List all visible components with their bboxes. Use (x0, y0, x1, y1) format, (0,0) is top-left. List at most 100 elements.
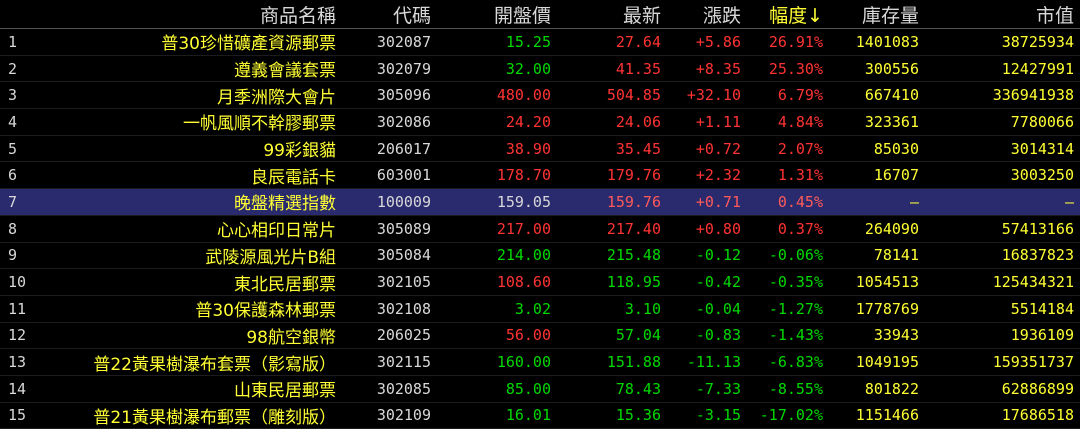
row-market-cap: — (1064, 192, 1074, 211)
row-stock: 323361 (864, 112, 919, 131)
row-code: 305096 (376, 86, 431, 105)
row-change: +2.32 (695, 166, 741, 185)
row-name: 武陵源風光片B組 (205, 247, 336, 268)
row-name: 98航空銀幣 (246, 327, 336, 348)
row-change: -0.12 (695, 246, 741, 265)
row-percent: 6.79% (777, 86, 823, 105)
row-change: +8.35 (695, 59, 741, 78)
row-percent: 25.30% (768, 59, 823, 78)
row-open: 24.20 (505, 112, 551, 131)
row-stock: 1778769 (855, 299, 919, 318)
row-index: 2 (8, 59, 18, 78)
row-stock: 667410 (864, 86, 919, 105)
row-open: 85.00 (505, 379, 551, 398)
row-change: +0.80 (695, 219, 741, 238)
row-open: 15.25 (505, 32, 551, 51)
row-name: 普21黃果樹瀑布郵票（雕刻版） (93, 407, 336, 428)
row-index: 1 (8, 32, 18, 51)
row-percent: 1.31% (777, 166, 823, 185)
row-index: 5 (8, 139, 18, 158)
row-market-cap: 3003250 (1010, 166, 1074, 185)
row-index: 7 (8, 192, 18, 211)
header-market-cap[interactable]: 市值 (925, 1, 1080, 28)
row-latest: 118.95 (606, 273, 661, 292)
row-change: -0.83 (695, 326, 741, 345)
row-stock: 78141 (873, 246, 919, 265)
row-latest: 27.64 (615, 32, 661, 51)
row-code: 305084 (376, 246, 431, 265)
row-percent: 0.45% (777, 192, 823, 211)
row-market-cap: 1936109 (1010, 326, 1074, 345)
table-row[interactable]: 15 普21黃果樹瀑布郵票（雕刻版） 302109 16.01 15.36 -3.15 -1… (0, 403, 1080, 429)
row-index: 11 (8, 299, 27, 318)
row-percent: -6.83% (768, 353, 823, 372)
row-change: -3.15 (695, 406, 741, 425)
row-name: 月季洲際大會片 (217, 87, 336, 108)
table-row[interactable]: 5 99彩銀貓 206017 38.90 35.45 +0.72 2.07% 85030 301… (0, 136, 1080, 163)
row-open: 217.00 (496, 219, 551, 238)
row-name: 99彩銀貓 (263, 141, 336, 162)
header-name[interactable]: 商品名稱 (42, 1, 342, 28)
row-name: 普30保護森林郵票 (195, 301, 336, 322)
row-stock: 33943 (873, 326, 919, 345)
header-code[interactable]: 代碼 (342, 1, 437, 28)
row-open: 3.02 (514, 299, 551, 318)
row-market-cap: 38725934 (1001, 32, 1074, 51)
header-change[interactable]: 漲跌 (667, 1, 747, 28)
row-name: 晚盤精選指數 (234, 194, 336, 215)
row-change: -0.42 (695, 273, 741, 292)
table-row[interactable]: 9 武陵源風光片B組 305084 214.00 215.48 -0.12 -0.06% 78… (0, 243, 1080, 270)
row-market-cap: 16837823 (1001, 246, 1074, 265)
header-stock[interactable]: 庫存量 (829, 1, 925, 28)
header-open[interactable]: 開盤價 (437, 1, 557, 28)
row-code: 302087 (376, 32, 431, 51)
row-name: 心心相印日常片 (217, 221, 336, 242)
row-stock: 1151466 (855, 406, 919, 425)
row-stock: 801822 (864, 379, 919, 398)
row-percent: 4.84% (777, 112, 823, 131)
row-code: 302086 (376, 112, 431, 131)
row-name: 東北民居郵票 (234, 274, 336, 295)
row-latest: 41.35 (615, 59, 661, 78)
table-row[interactable]: 4 一帆風順不幹膠郵票 302086 24.20 24.06 +1.11 4.84% 3233… (0, 109, 1080, 136)
row-change: -7.33 (695, 379, 741, 398)
row-open: 38.90 (505, 139, 551, 158)
table-row[interactable]: 10 東北民居郵票 302105 108.60 118.95 -0.42 -0.35% 105… (0, 269, 1080, 296)
row-name: 普22黃果樹瀑布套票（影寫版） (93, 354, 336, 375)
table-body: 1 普30珍惜礦產資源郵票 302087 15.25 27.64 +5.86 26.91% 1… (0, 29, 1080, 429)
quote-table: 商品名稱 代碼 開盤價 最新 漲跌 幅度↓ 庫存量 市值 1 普30珍惜礦產資源郵… (0, 0, 1080, 429)
table-row[interactable]: 12 98航空銀幣 206025 56.00 57.04 -0.83 -1.43% 33943… (0, 323, 1080, 350)
row-change: +0.72 (695, 139, 741, 158)
table-row[interactable]: 14 山東民居郵票 302085 85.00 78.43 -7.33 -8.55% 80182… (0, 376, 1080, 403)
table-row[interactable]: 6 良辰電話卡 603001 178.70 179.76 +2.32 1.31% 16707 3… (0, 162, 1080, 190)
table-row[interactable]: 1 普30珍惜礦產資源郵票 302087 15.25 27.64 +5.86 26.91% 1… (0, 29, 1080, 56)
row-change: +5.86 (695, 32, 741, 51)
row-percent: -8.55% (768, 379, 823, 398)
row-code: 100009 (376, 192, 431, 211)
row-stock: 1401083 (855, 32, 919, 51)
header-latest[interactable]: 最新 (557, 1, 667, 28)
row-stock: 16707 (873, 166, 919, 185)
row-latest: 179.76 (606, 166, 661, 185)
row-latest: 215.48 (606, 246, 661, 265)
table-row[interactable]: 13 普22黃果樹瀑布套票（影寫版） 302115 160.00 151.88 -11.1… (0, 349, 1080, 376)
table-row[interactable]: 7 晚盤精選指數 100009 159.05 159.76 +0.71 0.45% — — (0, 189, 1080, 216)
row-open: 108.60 (496, 273, 551, 292)
row-market-cap: 57413166 (1001, 219, 1074, 238)
row-open: 480.00 (496, 86, 551, 105)
row-open: 178.70 (496, 166, 551, 185)
row-index: 4 (8, 112, 18, 131)
row-change: +32.10 (686, 86, 741, 105)
row-open: 16.01 (505, 406, 551, 425)
header-percent-sorted[interactable]: 幅度↓ (747, 1, 829, 28)
row-latest: 15.36 (615, 406, 661, 425)
table-row[interactable]: 2 遵義會議套票 302079 32.00 41.35 +8.35 25.30% 300556… (0, 56, 1080, 83)
row-market-cap: 336941938 (992, 86, 1074, 105)
table-row[interactable]: 11 普30保護森林郵票 302108 3.02 3.10 -0.04 -1.27% 1778… (0, 296, 1080, 323)
row-code: 302115 (376, 353, 431, 372)
table-row[interactable]: 3 月季洲際大會片 305096 480.00 504.85 +32.10 6.79% 667… (0, 82, 1080, 110)
row-percent: -1.27% (768, 299, 823, 318)
table-row[interactable]: 8 心心相印日常片 305089 217.00 217.40 +0.80 0.37% 2640… (0, 216, 1080, 243)
row-index: 12 (8, 326, 27, 345)
row-code: 603001 (376, 166, 431, 185)
